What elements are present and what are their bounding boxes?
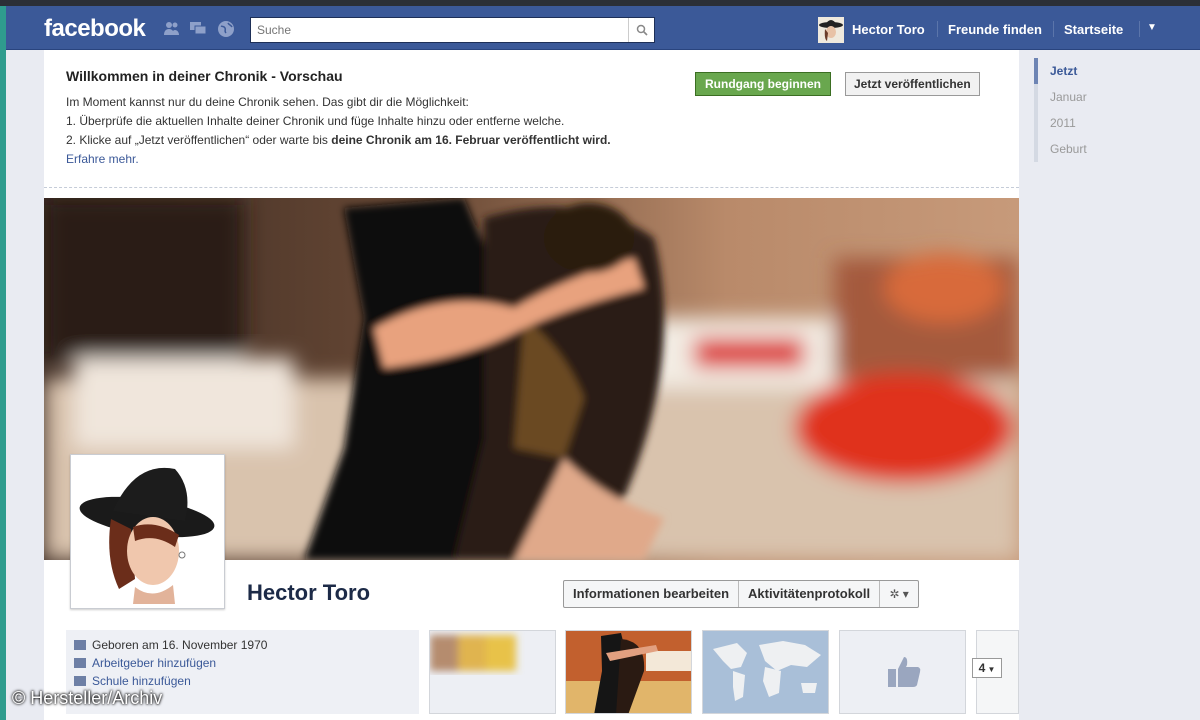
activity-log-button[interactable]: Aktivitätenprotokoll xyxy=(739,581,881,607)
chevron-down-icon: ▼ xyxy=(985,665,996,674)
birthday-text: Geboren am 16. November 1970 xyxy=(92,638,268,652)
scrubber-item-2011[interactable]: 2011 xyxy=(1034,110,1154,136)
briefcase-icon xyxy=(74,658,86,668)
search-icon[interactable] xyxy=(628,18,654,42)
top-navigation-bar: facebook Hector Toro Freunde finden Star… xyxy=(6,6,1200,50)
globe-icon[interactable] xyxy=(217,20,235,37)
scrubber-item-now[interactable]: Jetzt xyxy=(1034,58,1154,84)
preview-title: Willkommen in deiner Chronik - Vorschau xyxy=(66,68,343,84)
search-input[interactable] xyxy=(251,18,621,42)
calendar-icon xyxy=(74,640,86,650)
copyright-watermark: © Hersteller/Archiv xyxy=(12,688,163,708)
profile-actions: Informationen bearbeiten Aktivitätenprot… xyxy=(563,580,920,608)
edit-info-button[interactable]: Informationen bearbeiten xyxy=(564,581,740,607)
settings-gear-icon[interactable]: ✲ ▾ xyxy=(880,581,918,607)
more-apps-button[interactable]: 4 ▼ xyxy=(972,658,1002,678)
likes-thumbnail[interactable] xyxy=(839,630,966,714)
add-school-text[interactable]: Schule hinzufügen xyxy=(92,674,191,688)
learn-more-link[interactable]: Erfahre mehr. xyxy=(66,152,139,166)
birthday-item: Geboren am 16. November 1970 xyxy=(74,638,267,652)
preview-line-3-bold: deine Chronik am 16. Februar veröffentli… xyxy=(331,133,611,147)
preview-notice: Willkommen in deiner Chronik - Vorschau … xyxy=(44,50,1019,188)
add-employer-link[interactable]: Arbeitgeber hinzufügen xyxy=(74,656,216,670)
preview-line-2: 1. Überprüfe die aktuellen Inhalte deine… xyxy=(66,114,565,128)
school-icon xyxy=(74,676,86,686)
timeline-main-column: Willkommen in deiner Chronik - Vorschau … xyxy=(44,50,1019,720)
photos-thumbnail[interactable] xyxy=(565,630,692,714)
like-icon xyxy=(886,655,922,694)
map-thumbnail[interactable] xyxy=(702,630,829,714)
home-link[interactable]: Startseite xyxy=(1064,22,1123,37)
nav-separator xyxy=(937,21,938,37)
profile-picture-image xyxy=(75,459,220,604)
friends-thumbnail[interactable] xyxy=(429,630,556,714)
friends-icon[interactable] xyxy=(163,20,181,36)
nav-separator xyxy=(1139,21,1140,37)
profile-name: Hector Toro xyxy=(247,580,371,605)
messages-icon[interactable] xyxy=(189,20,207,36)
window-left-edge xyxy=(0,6,6,720)
add-school-link[interactable]: Schule hinzufügen xyxy=(74,674,191,688)
scrubber-item-birth[interactable]: Geburt xyxy=(1034,136,1154,162)
scrubber-item-january[interactable]: Januar xyxy=(1034,84,1154,110)
find-friends-link[interactable]: Freunde finden xyxy=(948,22,1042,37)
preview-line-3-text: 2. Klicke auf „Jetzt veröffentlichen“ od… xyxy=(66,133,332,147)
search-box xyxy=(250,17,655,43)
add-employer-text[interactable]: Arbeitgeber hinzufügen xyxy=(92,656,216,670)
profile-link[interactable]: Hector Toro xyxy=(852,22,925,37)
facebook-logo[interactable]: facebook xyxy=(44,15,146,43)
timeline-scrubber: Jetzt Januar 2011 Geburt xyxy=(1034,58,1154,162)
profile-picture[interactable] xyxy=(70,454,225,609)
preview-line-3: 2. Klicke auf „Jetzt veröffentlichen“ od… xyxy=(66,133,611,147)
start-tour-button[interactable]: Rundgang beginnen xyxy=(695,72,831,96)
preview-line-1: Im Moment kannst nur du deine Chronik se… xyxy=(66,95,469,109)
account-menu-chevron-down-icon[interactable]: ▼ xyxy=(1147,22,1157,33)
publish-now-button[interactable]: Jetzt veröffentlichen xyxy=(845,72,980,96)
nav-separator xyxy=(1053,21,1054,37)
user-avatar-small[interactable] xyxy=(818,17,844,43)
